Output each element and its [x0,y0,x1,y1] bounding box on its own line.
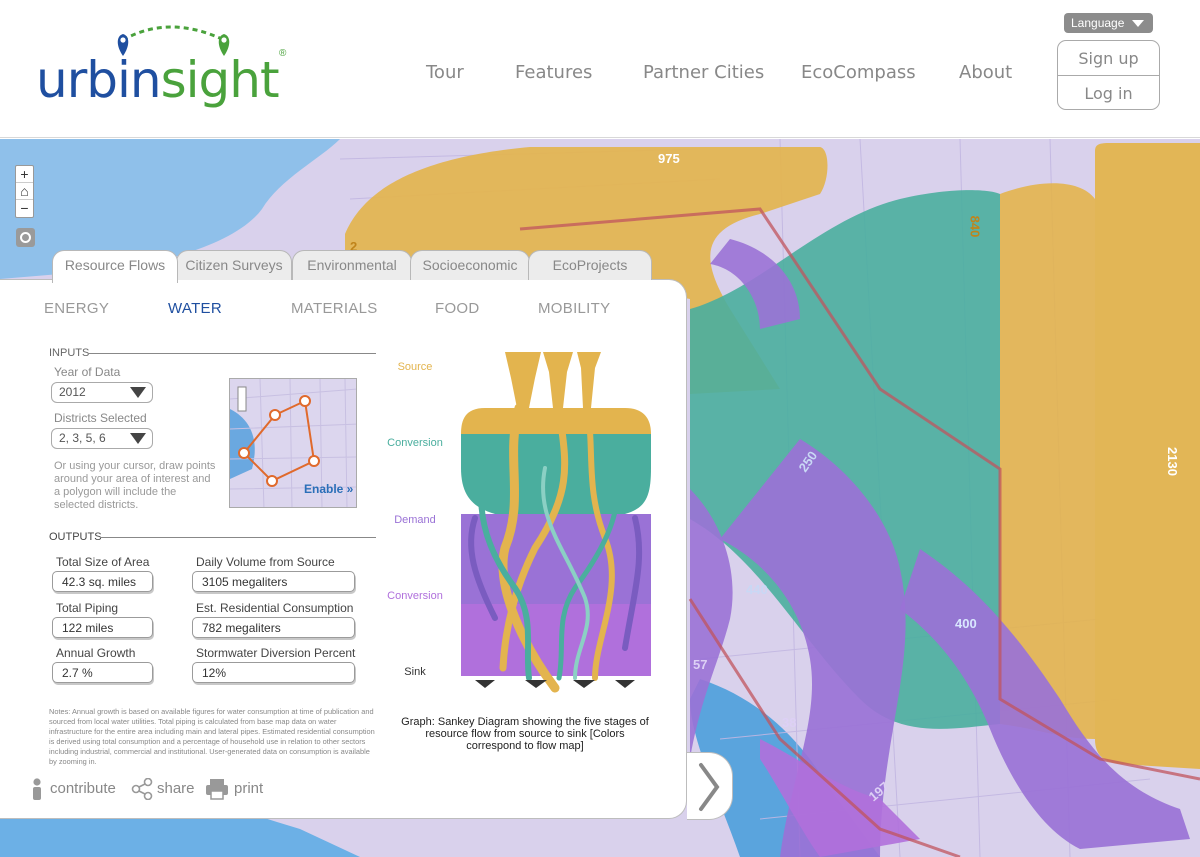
sankey-source-2 [543,352,573,408]
sankey-source-1 [505,352,541,408]
locate-icon [20,232,31,243]
year-value: 2012 [59,385,86,399]
sankey-band-conversion [461,434,651,468]
districts-value: 2, 3, 5, 6 [59,431,106,445]
dropdown-arrow-icon [130,433,146,444]
chevron-right-icon [699,763,720,811]
output-field-area[interactable] [52,571,153,592]
language-label: Language [1071,16,1125,30]
nav-ecocompass[interactable]: EcoCompass [801,62,916,83]
subtab-food[interactable]: FOOD [435,300,480,317]
year-label: Year of Data [54,365,121,379]
contribute-link[interactable]: contribute [50,780,116,797]
stage-label-demand: Demand [394,514,436,526]
stage-label-conversion: Conversion [387,437,443,449]
footnotes: Notes: Annual growth is based on availab… [49,707,375,766]
sankey-band-conversion-2 [461,604,651,676]
subtab-water[interactable]: WATER [168,300,222,317]
outputs-title: OUTPUTS [49,531,102,543]
flow-label-57: 57 [693,657,708,672]
year-select[interactable]: 2012 [51,382,153,403]
flow-label-840: 840 [967,215,983,238]
dropdown-arrow-icon [130,387,146,398]
output-field-residential[interactable] [192,617,355,638]
tab-environmental[interactable]: Environmental [292,250,412,280]
tab-socioeconomic[interactable]: Socioeconomic [410,250,530,280]
language-dropdown[interactable]: Language [1064,13,1153,33]
logo-wordmark: urbinsight [36,51,280,109]
districts-label: Districts Selected [54,411,147,425]
stage-label-source: Source [397,361,433,373]
output-field-stormwater[interactable] [192,662,355,683]
share-icon [131,778,153,800]
print-icon [206,779,228,800]
tab-citizen-surveys[interactable]: Citizen Surveys [176,250,292,280]
inputs-title: INPUTS [49,347,90,359]
locate-button[interactable] [16,228,35,247]
flow-label-2130: 2130 [1164,447,1180,476]
output-label-area: Total Size of Area [56,555,150,569]
flow-label-440: 440 [746,582,768,597]
sankey-source-3 [577,352,601,408]
output-label-volume: Daily Volume from Source [196,555,335,569]
home-button[interactable]: ⌂ [16,183,33,200]
signup-button[interactable]: Sign up [1058,41,1159,75]
stage-label-conversion-2: Conversion [387,590,443,602]
stage-label-sink: Sink [404,666,426,678]
zoom-out-button[interactable]: − [16,200,33,217]
inputs-divider [88,353,376,354]
subtab-energy[interactable]: ENERGY [44,300,109,317]
nav-features[interactable]: Features [515,62,592,83]
output-field-volume[interactable] [192,571,355,592]
output-field-growth[interactable] [52,662,153,683]
panel-next-button[interactable] [687,752,733,820]
login-button[interactable]: Log in [1058,76,1159,110]
districts-select[interactable]: 2, 3, 5, 6 [51,428,153,449]
person-icon [33,778,41,800]
output-label-growth: Annual Growth [56,646,136,660]
registered-mark: ® [279,48,287,59]
zoom-in-button[interactable]: + [16,166,33,183]
resource-panel: ENERGY WATER MATERIALS FOOD MOBILITY INP… [0,279,687,819]
output-label-stormwater: Stormwater Diversion Percent [196,646,356,660]
outputs-divider [100,537,376,538]
enable-drawing-button[interactable]: Enable » [304,482,353,496]
caret-down-icon [1132,20,1144,27]
subtab-mobility[interactable]: MOBILITY [538,300,610,317]
sankey-diagram [461,352,651,693]
sankey-caption: Graph: Sankey Diagram showing the five s… [401,716,649,752]
nav-partner-cities[interactable]: Partner Cities [643,62,764,83]
flow-label-38: 38 [782,715,797,730]
tab-resource-flows[interactable]: Resource Flows [52,250,178,283]
output-label-piping: Total Piping [56,601,119,615]
nav-tour[interactable]: Tour [426,62,464,83]
source-flow-east [1095,143,1200,769]
output-label-residential: Est. Residential Consumption [196,601,354,615]
sankey-band-demand [461,514,651,604]
print-link[interactable]: print [234,780,263,797]
nav-about[interactable]: About [959,62,1012,83]
urbinsight-logo[interactable]: urbinsight ® [36,22,296,112]
site-header: urbinsight ® Tour Features Partner Citie… [0,0,1200,138]
polygon-hint: Or using your cursor, draw points around… [54,460,216,511]
auth-box: Sign up Log in [1057,40,1160,110]
zoom-control: + ⌂ − [15,165,34,218]
flow-label-975: 975 [658,151,680,166]
share-link[interactable]: share [157,780,195,797]
flow-label-400: 400 [955,616,977,631]
subtab-materials[interactable]: MATERIALS [291,300,378,317]
output-field-piping[interactable] [52,617,153,638]
tab-ecoprojects[interactable]: EcoProjects [528,250,652,280]
